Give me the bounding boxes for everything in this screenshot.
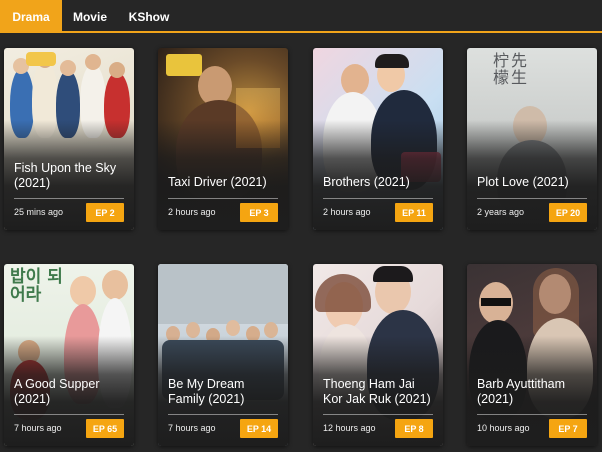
drama-grid: Fish Upon the Sky (2021) 25 mins ago EP …: [0, 0, 602, 452]
updated-time: 25 mins ago: [14, 207, 64, 217]
episode-badge: EP 3: [240, 203, 278, 222]
drama-title: Taxi Driver (2021): [168, 175, 267, 189]
poster-calligraphy: 柠檬先生: [493, 51, 528, 87]
divider: [168, 198, 278, 199]
divider: [323, 198, 433, 199]
drama-card-thoeng-ham-jai-kor-jak-ruk[interactable]: Thoeng Ham Jai Kor Jak Ruk (2021) 12 hou…: [313, 264, 443, 446]
drama-title: A Good Supper (2021): [14, 377, 100, 406]
drama-title: Fish Upon the Sky (2021): [14, 161, 117, 190]
divider: [323, 414, 433, 415]
drama-title: Plot Love (2021): [477, 175, 569, 189]
episode-badge: EP 7: [549, 419, 587, 438]
drama-card-plot-love[interactable]: 柠檬先生 Plot Love (2021) 2 years ago EP 20: [467, 48, 597, 230]
drama-card-barb-ayuttitham[interactable]: Barb Ayuttitham (2021) 10 hours ago EP 7: [467, 264, 597, 446]
tab-drama[interactable]: Drama: [0, 0, 62, 33]
tab-movie[interactable]: Movie: [62, 0, 118, 33]
category-tabs: Drama Movie KShow: [0, 0, 602, 33]
updated-time: 7 hours ago: [168, 423, 216, 433]
updated-time: 2 hours ago: [168, 207, 216, 217]
divider: [477, 414, 587, 415]
updated-time: 12 hours ago: [323, 423, 376, 433]
divider: [477, 198, 587, 199]
poster-lettering: 밥이 되어라: [10, 267, 63, 305]
drama-title: Brothers (2021): [323, 175, 410, 189]
tab-kshow[interactable]: KShow: [118, 0, 180, 33]
drama-card-a-good-supper[interactable]: 밥이 되어라 A Good Supper (2021) 7 hours ago …: [4, 264, 134, 446]
drama-card-brothers[interactable]: Brothers (2021) 2 hours ago EP 11: [313, 48, 443, 230]
updated-time: 7 hours ago: [14, 423, 62, 433]
episode-badge: EP 2: [86, 203, 124, 222]
drama-title: Be My Dream Family (2021): [168, 377, 245, 406]
updated-time: 2 years ago: [477, 207, 525, 217]
episode-badge: EP 8: [395, 419, 433, 438]
episode-badge: EP 14: [240, 419, 278, 438]
episode-badge: EP 11: [395, 203, 433, 222]
drama-card-fish-upon-the-sky[interactable]: Fish Upon the Sky (2021) 25 mins ago EP …: [4, 48, 134, 230]
drama-title: Barb Ayuttitham (2021): [477, 377, 566, 406]
drama-title: Thoeng Ham Jai Kor Jak Ruk (2021): [323, 377, 431, 406]
updated-time: 10 hours ago: [477, 423, 530, 433]
episode-badge: EP 65: [86, 419, 124, 438]
divider: [168, 414, 278, 415]
drama-card-taxi-driver[interactable]: Taxi Driver (2021) 2 hours ago EP 3: [158, 48, 288, 230]
drama-card-be-my-dream-family[interactable]: Be My Dream Family (2021) 7 hours ago EP…: [158, 264, 288, 446]
divider: [14, 414, 124, 415]
updated-time: 2 hours ago: [323, 207, 371, 217]
divider: [14, 198, 124, 199]
episode-badge: EP 20: [549, 203, 587, 222]
